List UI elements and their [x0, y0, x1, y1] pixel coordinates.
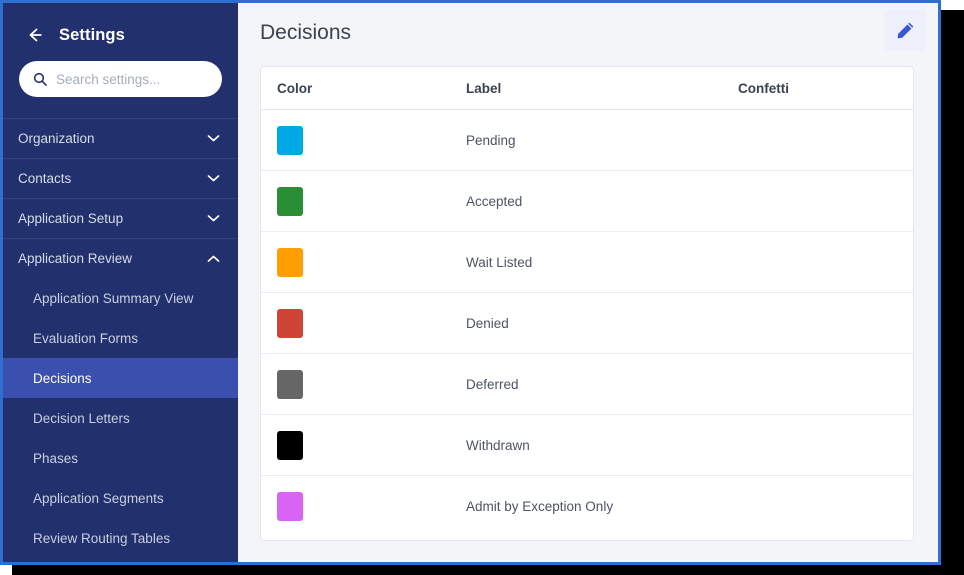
sidebar-nav: Organization Contacts Application Setup …	[3, 118, 238, 558]
settings-sidebar: Settings Organization	[3, 3, 238, 562]
confetti-cell	[738, 292, 913, 354]
manage-button[interactable]	[884, 9, 926, 51]
label-cell: Withdrawn	[466, 414, 738, 476]
window-shadow-right	[941, 10, 964, 575]
page-title: Decisions	[260, 21, 352, 44]
column-header-color: Color	[261, 67, 466, 110]
pencil-icon	[895, 20, 916, 41]
label-cell: Deferred	[466, 353, 738, 415]
color-cell	[261, 109, 466, 171]
screenshot-root: Settings Organization	[0, 0, 964, 575]
sidebar-item-application-summary-view[interactable]: Application Summary View	[3, 278, 238, 318]
sidebar-item-evaluation-forms[interactable]: Evaluation Forms	[3, 318, 238, 358]
color-cell	[261, 231, 466, 293]
decisions-table-card: Color Label Confetti Pending Accepted Wa…	[260, 66, 914, 541]
sidebar-item-label: Evaluation Forms	[33, 330, 139, 346]
column-header-confetti: Confetti	[738, 67, 913, 110]
sidebar-group-contacts[interactable]: Contacts	[3, 158, 238, 198]
color-cell	[261, 170, 466, 232]
color-swatch	[277, 247, 303, 277]
main-content: Decisions Manage	[238, 3, 938, 562]
label-cell: Accepted	[466, 170, 738, 232]
sidebar-item-label: Decisions	[33, 370, 92, 386]
color-swatch	[277, 186, 303, 216]
chevron-down-icon	[207, 134, 220, 143]
back-arrow-icon[interactable]	[25, 25, 45, 45]
sidebar-item-label: Decision Letters	[33, 410, 130, 426]
sidebar-title: Settings	[59, 25, 125, 44]
window-shadow-bottom	[12, 565, 964, 575]
sidebar-group-organization[interactable]: Organization	[3, 118, 238, 158]
table-row[interactable]: Accepted	[261, 170, 913, 232]
chevron-down-icon	[207, 174, 220, 183]
color-cell	[261, 414, 466, 476]
chevron-up-icon	[207, 254, 220, 263]
confetti-cell	[738, 231, 913, 293]
sidebar-item-phases[interactable]: Phases	[3, 438, 238, 478]
sidebar-group-label: Application Setup	[18, 211, 124, 226]
table-row[interactable]: Pending	[261, 109, 913, 171]
table-row[interactable]: Denied	[261, 292, 913, 354]
color-cell	[261, 353, 466, 415]
table-row[interactable]: Withdrawn	[261, 414, 913, 476]
confetti-cell	[738, 414, 913, 476]
sidebar-header: Settings	[3, 3, 238, 49]
sidebar-item-application-segments[interactable]: Application Segments	[3, 478, 238, 518]
confetti-cell	[738, 353, 913, 415]
confetti-cell	[738, 109, 913, 171]
sidebar-item-decision-letters[interactable]: Decision Letters	[3, 398, 238, 438]
sidebar-item-review-routing-tables[interactable]: Review Routing Tables	[3, 518, 238, 558]
sidebar-group-label: Application Review	[18, 251, 133, 266]
sidebar-item-label: Phases	[33, 450, 79, 466]
search-settings-box[interactable]	[19, 61, 222, 97]
color-cell	[261, 476, 466, 537]
chevron-down-icon	[207, 214, 220, 223]
confetti-cell	[738, 476, 913, 537]
column-header-label: Label	[466, 67, 738, 110]
color-cell	[261, 292, 466, 354]
color-swatch	[277, 125, 303, 155]
label-cell: Admit by Exception Only	[466, 498, 614, 514]
sidebar-item-label: Application Segments	[33, 490, 164, 506]
sidebar-group-application-review[interactable]: Application Review	[3, 238, 238, 278]
color-swatch	[277, 430, 303, 460]
label-cell: Denied	[466, 292, 738, 354]
sidebar-item-decisions[interactable]: Decisions	[3, 358, 238, 398]
color-swatch	[277, 369, 303, 399]
color-swatch	[277, 491, 303, 521]
sidebar-item-label: Application Summary View	[33, 290, 194, 306]
table-row[interactable]: Admit by Exception Only	[261, 476, 913, 537]
search-icon	[33, 72, 47, 86]
confetti-cell	[738, 170, 913, 232]
sidebar-group-label: Contacts	[18, 171, 72, 186]
sidebar-group-label: Organization	[18, 131, 95, 146]
color-swatch	[277, 308, 303, 338]
search-input[interactable]	[56, 71, 208, 87]
capture-frame: Settings Organization	[0, 0, 941, 565]
sidebar-group-application-setup[interactable]: Application Setup	[3, 198, 238, 238]
label-cell: Wait Listed	[466, 231, 738, 293]
table-header-row: Color Label Confetti	[261, 67, 913, 110]
label-cell: Pending	[466, 109, 738, 171]
table-row[interactable]: Deferred	[261, 353, 913, 415]
sidebar-item-label: Review Routing Tables	[33, 530, 171, 546]
table-row[interactable]: Wait Listed	[261, 231, 913, 293]
table-body: Pending Accepted Wait Listed Denied Defe…	[261, 109, 913, 537]
page-header: Decisions Manage	[238, 3, 938, 66]
decisions-table: Color Label Confetti Pending Accepted Wa…	[261, 67, 913, 537]
